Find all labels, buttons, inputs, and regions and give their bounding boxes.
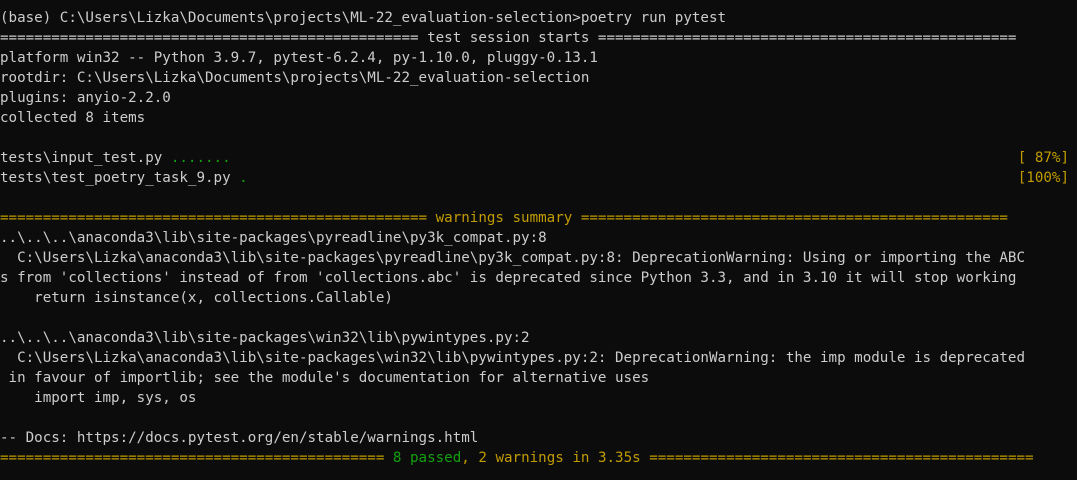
- warning-message: C:\Users\Lizka\anaconda3\lib\site-packag…: [0, 250, 1025, 266]
- test-file-row: tests\test_poetry_task_9.py . [100%]: [0, 168, 1077, 188]
- plugins-line: plugins: anyio-2.2.0: [0, 90, 171, 106]
- separator-left: ========================================…: [0, 450, 393, 466]
- warnings-count: 2 warnings: [478, 450, 564, 466]
- warning-message-continued: s from 'collections' instead of from 'co…: [0, 270, 1017, 286]
- test-progress-dots: .......: [170, 150, 231, 166]
- separator-right: ========================================…: [640, 450, 1034, 466]
- separator-right: ========================================…: [589, 30, 1017, 46]
- duration: in 3.35s: [563, 450, 641, 466]
- rootdir-line: rootdir: C:\Users\Lizka\Documents\projec…: [0, 70, 590, 86]
- summary-line: ========================================…: [0, 448, 1077, 468]
- prompt-path: (base) C:\Users\Lizka\Documents\projects…: [0, 10, 581, 26]
- test-file-name: tests\test_poetry_task_9.py: [0, 170, 240, 186]
- platform-line: platform win32 -- Python 3.9.7, pytest-6…: [0, 50, 598, 66]
- separator-right: ========================================…: [572, 210, 1008, 226]
- test-progress-dots: .: [239, 170, 248, 186]
- test-percent: [ 87%]: [1017, 150, 1069, 166]
- warning-location: ..\..\..\anaconda3\lib\site-packages\win…: [0, 330, 530, 346]
- test-file-name: tests\input_test.py: [0, 150, 171, 166]
- warning-code: return isinstance(x, collections.Callabl…: [0, 290, 393, 306]
- docs-link-line[interactable]: -- Docs: https://docs.pytest.org/en/stab…: [0, 428, 1077, 448]
- test-file-row: tests\input_test.py ....... [ 87%]: [0, 148, 1077, 168]
- session-header: ========================================…: [0, 28, 1077, 48]
- command-text: poetry run pytest: [580, 10, 727, 26]
- warning-message: C:\Users\Lizka\anaconda3\lib\site-packag…: [0, 350, 1025, 366]
- session-header-title: test session starts: [427, 30, 590, 46]
- terminal-window[interactable]: (base) C:\Users\Lizka\Documents\projects…: [0, 0, 1077, 480]
- warnings-header: ========================================…: [0, 208, 1077, 228]
- separator-left: ========================================…: [0, 210, 436, 226]
- warning-code: import imp, sys, os: [0, 390, 197, 406]
- collected-line: collected 8 items: [0, 110, 146, 126]
- command-prompt-line: (base) C:\Users\Lizka\Documents\projects…: [0, 8, 1077, 28]
- warnings-header-title: warnings summary: [435, 210, 573, 226]
- separator-left: ========================================…: [0, 30, 428, 46]
- summary-comma: ,: [461, 450, 479, 466]
- warning-location: ..\..\..\anaconda3\lib\site-packages\pyr…: [0, 230, 547, 246]
- passed-count: 8 passed: [392, 450, 462, 466]
- warning-message-continued: in favour of importlib; see the module's…: [0, 370, 650, 386]
- test-percent: [100%]: [1017, 170, 1069, 186]
